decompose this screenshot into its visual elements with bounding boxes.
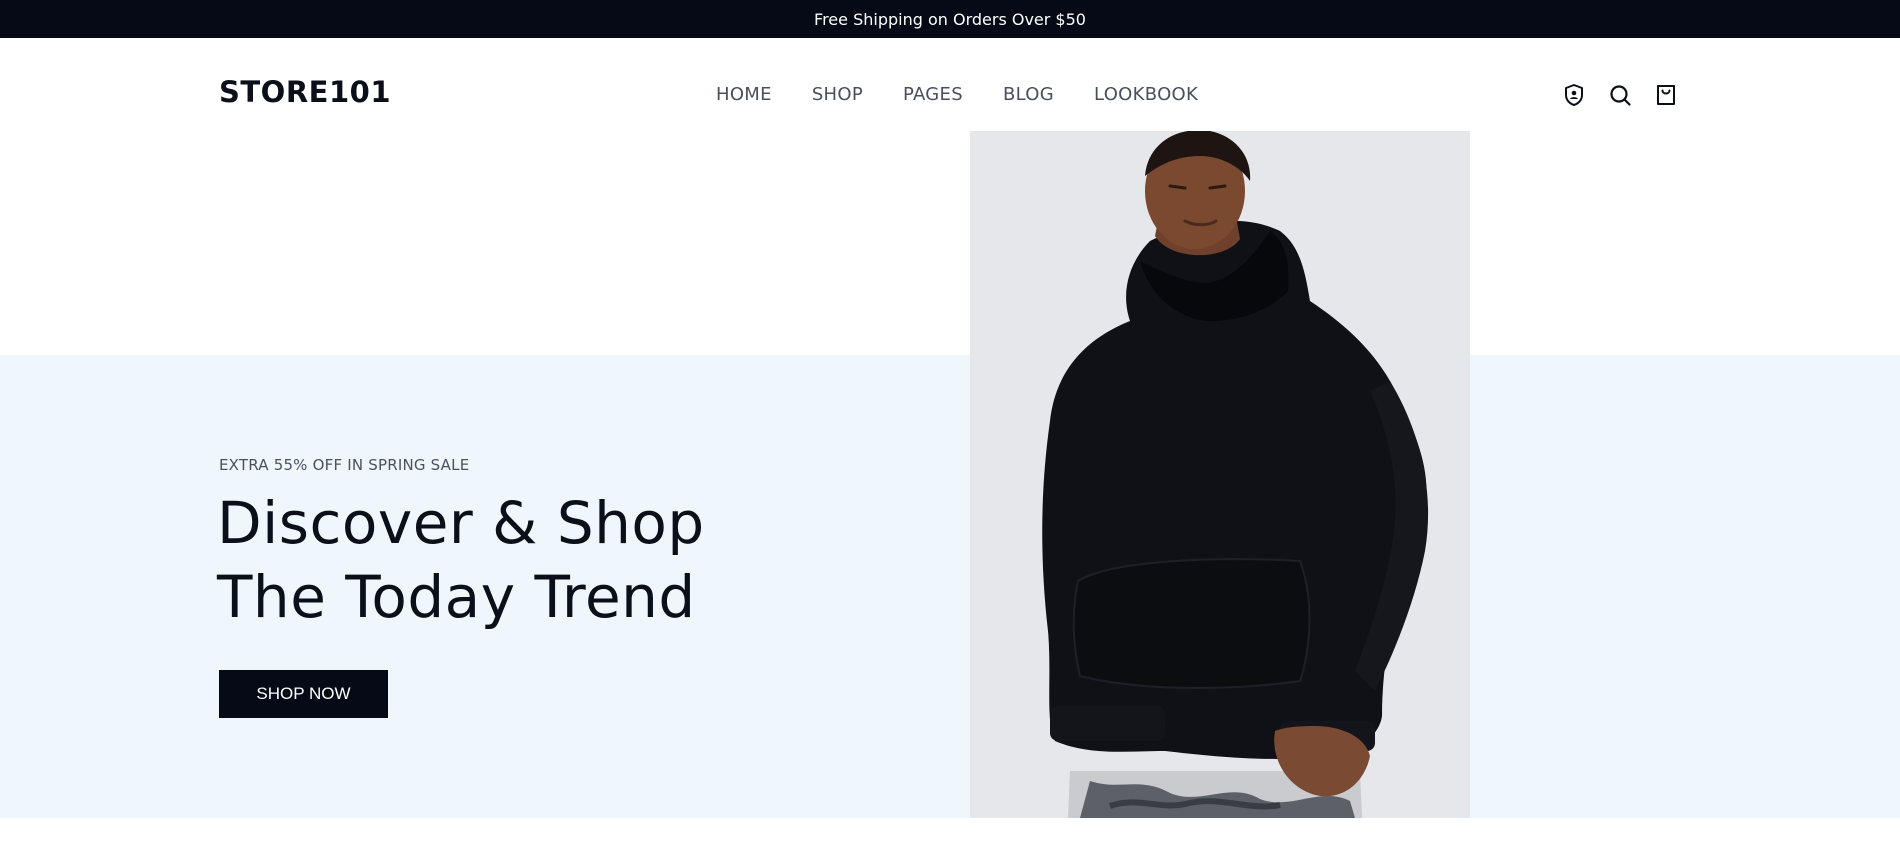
nav-item-lookbook[interactable]: LOOKBOOK <box>1094 86 1198 104</box>
hero-headline-line-1: Discover & Shop <box>217 489 705 557</box>
header-icons <box>1562 83 1678 107</box>
nav-item-shop[interactable]: SHOP <box>812 86 863 104</box>
shop-now-button[interactable]: SHOP NOW <box>219 670 388 718</box>
cart-bag-icon[interactable] <box>1654 83 1678 107</box>
nav-item-blog[interactable]: BLOG <box>1003 86 1054 104</box>
announcement-text: Free Shipping on Orders Over $50 <box>814 9 1086 29</box>
page-bottom-spacer <box>0 818 1900 865</box>
hero-headline-line-2: The Today Trend <box>217 563 696 631</box>
hero-model-image <box>970 131 1470 818</box>
announcement-bar: Free Shipping on Orders Over $50 <box>0 0 1900 38</box>
store-logo[interactable]: STORE101 <box>219 78 391 107</box>
hero-headline: Discover & Shop The Today Trend <box>217 486 705 634</box>
account-shield-icon[interactable] <box>1562 83 1586 107</box>
hero-eyebrow: EXTRA 55% OFF IN SPRING SALE <box>219 456 470 474</box>
search-icon[interactable] <box>1608 83 1632 107</box>
site-header: STORE101 HOME SHOP PAGES BLOG LOOKBOOK <box>0 38 1900 131</box>
nav-item-home[interactable]: HOME <box>716 86 772 104</box>
nav-item-pages[interactable]: PAGES <box>903 86 963 104</box>
model-illustration <box>970 131 1470 818</box>
main-nav: HOME SHOP PAGES BLOG LOOKBOOK <box>716 86 1198 104</box>
